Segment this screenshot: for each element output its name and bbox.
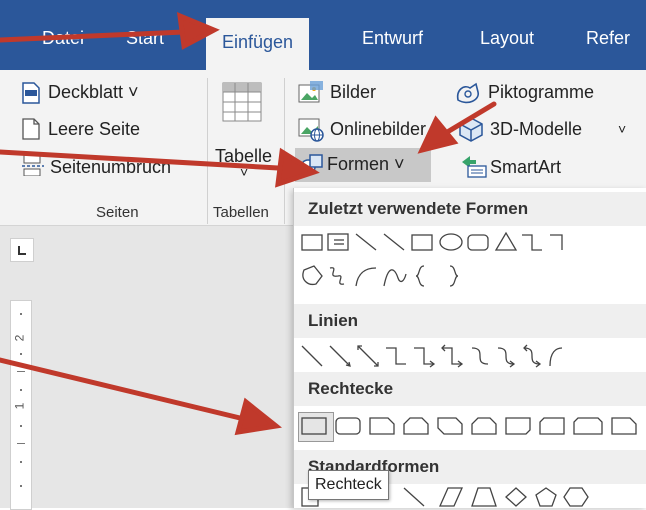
icons-icon <box>456 82 479 104</box>
rectangles-gallery[interactable] <box>300 416 646 440</box>
ribbon-tab-bar: Datei Start Einfügen Entwurf Layout Refe… <box>0 0 646 70</box>
ruler-tick <box>20 353 22 355</box>
vertical-ruler: 2 1 <box>10 300 32 510</box>
tab-entwurf[interactable]: Entwurf <box>362 16 423 60</box>
tab-datei[interactable]: Datei <box>42 16 84 60</box>
deckblatt-label: Deckblatt ˅ <box>48 82 139 102</box>
3d-modelle-label: 3D-Modelle <box>490 119 583 139</box>
tabelle-dropdown-chevron: ˅ <box>240 164 249 180</box>
cube-3d-icon <box>459 117 483 142</box>
seitenumbruch-label: Seitenumbruch <box>50 157 172 177</box>
group-separator <box>284 78 285 224</box>
pictures-icon <box>298 81 323 103</box>
table-icon <box>222 82 262 122</box>
ruler-tick <box>20 425 22 427</box>
lines-gallery[interactable] <box>300 342 646 372</box>
shapes-dropdown-menu: Zuletzt verwendete Formen Linien Rechtec… <box>293 188 646 508</box>
ruler-tick <box>20 313 22 315</box>
left-tab-stop-icon <box>18 246 26 255</box>
group-label-seiten: Seiten <box>96 204 139 221</box>
3d-modelle-dropdown-chevron: ˅ <box>618 121 627 137</box>
recent-shapes-gallery[interactable] <box>300 230 646 300</box>
section-rectangles: Rechtecke <box>294 372 646 406</box>
smartart-icon <box>462 156 487 178</box>
smartart-label: SmartArt <box>490 157 562 177</box>
formen-label: Formen ˅ <box>327 154 405 174</box>
blank-page-icon <box>22 118 40 140</box>
ruler-tick <box>20 485 22 487</box>
ruler-tick <box>17 443 25 444</box>
section-recent-shapes: Zuletzt verwendete Formen <box>294 192 646 226</box>
tab-references[interactable]: Refer <box>586 16 630 60</box>
page-break-icon <box>22 154 44 176</box>
tab-selector[interactable] <box>10 238 34 262</box>
tooltip: Rechteck <box>308 470 389 500</box>
cover-page-icon <box>22 82 40 104</box>
tab-einfuegen[interactable]: Einfügen <box>206 18 310 70</box>
group-separator <box>207 78 208 224</box>
tab-start[interactable]: Start <box>126 16 164 60</box>
leere-seite-label: Leere Seite <box>48 119 141 139</box>
shapes-icon <box>300 154 323 175</box>
ruler-tick <box>20 389 22 391</box>
formen-button[interactable]: Formen ˅ <box>295 148 431 182</box>
tab-layout[interactable]: Layout <box>480 16 534 60</box>
document-area <box>0 226 300 508</box>
bilder-label: Bilder <box>330 82 377 102</box>
ruler-mark: 2 <box>12 334 27 342</box>
ruler-tick <box>20 461 22 463</box>
onlinebilder-label: Onlinebilder <box>330 119 427 139</box>
group-label-tabellen: Tabellen <box>213 204 269 221</box>
section-lines: Linien <box>294 304 646 338</box>
piktogramme-label: Piktogramme <box>488 82 595 102</box>
ruler-tick <box>17 371 25 372</box>
online-pictures-icon <box>298 118 324 142</box>
ruler-mark: 1 <box>12 402 27 410</box>
